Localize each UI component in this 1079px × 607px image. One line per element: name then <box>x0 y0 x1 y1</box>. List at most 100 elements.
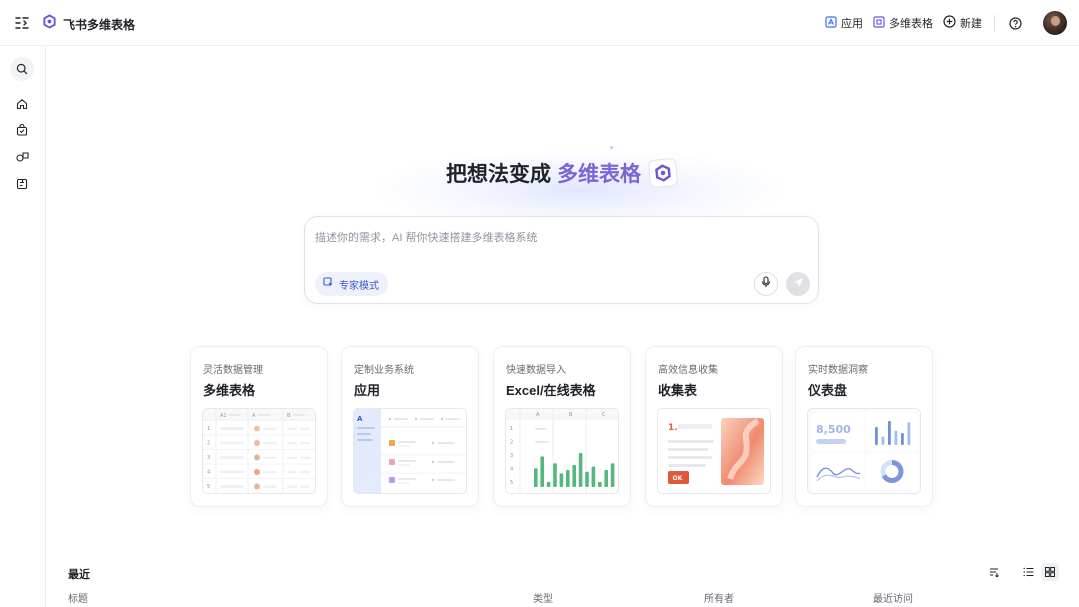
base-preview-cell <box>287 456 297 459</box>
plus-circle-icon <box>943 15 956 31</box>
card-subtitle: 定制业务系统 <box>354 365 414 376</box>
dashboard-preview-bar <box>894 430 898 445</box>
app-preview: A <box>353 408 467 494</box>
top-divider <box>994 15 995 31</box>
sheet-preview-bar <box>610 463 615 487</box>
brand[interactable]: 飞书多维表格 <box>42 14 135 34</box>
sheet-preview-bar <box>598 481 602 487</box>
card-title: 仪表盘 <box>808 383 848 398</box>
app-preview-logo: A <box>357 415 363 423</box>
base-preview-cell <box>287 485 297 488</box>
dashboard-preview-bar <box>881 436 885 445</box>
shapes-icon[interactable] <box>10 145 34 169</box>
base-button-label: 多维表格 <box>889 18 933 30</box>
base-preview-cell <box>300 485 310 488</box>
dashboard-preview: 8,500 <box>807 408 921 494</box>
send-icon <box>793 275 804 293</box>
send-button[interactable] <box>786 272 810 296</box>
sheet-preview-bar <box>540 456 544 487</box>
sheet-preview-bar <box>604 470 608 487</box>
base-preview-avatar <box>254 440 260 446</box>
bag-icon[interactable] <box>10 118 34 142</box>
sort-filter-icon[interactable] <box>985 563 1003 581</box>
base-preview-avatar <box>254 425 260 432</box>
sidebar <box>0 46 46 607</box>
base-preview-cell <box>220 485 244 488</box>
template-icon[interactable] <box>10 172 34 196</box>
base-preview-row-number: 4 <box>207 470 210 476</box>
expert-mode-label: 专家模式 <box>339 280 379 292</box>
home-icon[interactable] <box>10 92 34 116</box>
sheet-preview-row-number: 1 <box>510 426 513 432</box>
card-form[interactable]: 高效信息收集 收集表 1. OK <box>645 346 783 507</box>
expert-mode-button[interactable]: 专家模式 <box>315 272 388 296</box>
card-title: 应用 <box>354 383 381 398</box>
top-actions: 应用 多维表格 新建 <box>815 10 1067 36</box>
dashboard-preview-bar <box>901 433 904 445</box>
column-header-title[interactable]: 标题 <box>68 590 88 605</box>
base-preview-cell <box>220 470 244 474</box>
column-header-type[interactable]: 类型 <box>533 590 553 605</box>
sheet-preview-row-number: 4 <box>510 467 513 473</box>
card-app[interactable]: 定制业务系统 应用 A <box>341 346 479 507</box>
new-button[interactable]: 新建 <box>943 15 982 31</box>
base-preview-cell <box>263 456 277 459</box>
prompt-input[interactable] <box>315 229 795 247</box>
base-icon <box>873 15 885 31</box>
new-button-label: 新建 <box>960 18 982 30</box>
card-base[interactable]: 灵活数据管理 多维表格 A1 A B 1 2 3 4 5 <box>190 346 328 507</box>
card-title: Excel/在线表格 <box>506 383 596 398</box>
dashboard-preview-bar <box>875 427 878 445</box>
base-preview-avatar <box>254 483 260 490</box>
form-preview-ok: OK <box>673 475 683 482</box>
card-dashboard[interactable]: 实时数据洞察 仪表盘 8,500 <box>795 346 933 507</box>
sheet-preview-row-number: 3 <box>510 453 513 459</box>
grid-view-icon[interactable] <box>1041 563 1059 581</box>
base-button[interactable]: 多维表格 <box>873 15 933 31</box>
list-view-icon[interactable] <box>1019 563 1037 581</box>
base-preview-cell <box>263 427 277 430</box>
column-header-owner[interactable]: 所有者 <box>704 590 734 605</box>
sidebar-toggle-icon[interactable] <box>14 15 30 31</box>
help-icon[interactable] <box>1007 15 1023 31</box>
dashboard-preview-bar <box>888 421 891 445</box>
app-icon <box>825 15 837 31</box>
expert-mode-icon <box>323 277 334 291</box>
base-preview-row-number: 1 <box>207 426 210 432</box>
base-preview-cell <box>300 471 310 474</box>
card-excel[interactable]: 快速数据导入 Excel/在线表格 A B C 1 2 3 4 5 <box>493 346 631 507</box>
base-preview-header-3: B <box>287 413 291 419</box>
card-subtitle: 灵活数据管理 <box>203 365 263 376</box>
sheet-preview-bar <box>559 473 564 487</box>
microphone-icon <box>761 275 771 293</box>
sheet-preview-bar <box>578 453 583 487</box>
user-avatar[interactable] <box>1043 11 1067 35</box>
sheet-preview-header-b: B <box>569 412 573 418</box>
base-preview-cell <box>287 427 297 430</box>
card-title: 收集表 <box>658 383 698 398</box>
card-subtitle: 快速数据导入 <box>506 365 566 376</box>
hero-title-prefix: 把想法变成 <box>446 163 551 186</box>
search-icon[interactable] <box>10 57 34 81</box>
sheet-preview-bar <box>572 464 576 487</box>
sheet-preview-row-number: 5 <box>510 480 513 486</box>
base-logo-icon <box>647 157 679 189</box>
base-preview-cell <box>263 442 277 445</box>
hero-title: 把想法变成 多维表格 <box>446 157 679 189</box>
base-preview-cell <box>263 471 277 474</box>
dashboard-preview-metric: 8,500 <box>816 423 851 436</box>
base-preview-cell <box>220 441 244 445</box>
prompt-box: 专家模式 <box>304 216 819 304</box>
base-preview-header-2: A <box>252 413 256 419</box>
microphone-button[interactable] <box>754 272 778 296</box>
base-table-preview: A1 A B 1 2 3 4 5 <box>202 408 316 494</box>
sheet-preview-bar <box>566 470 570 487</box>
form-preview-step: 1. <box>668 423 678 433</box>
column-header-last-visit[interactable]: 最近访问 <box>873 590 913 605</box>
apps-button[interactable]: 应用 <box>825 15 863 31</box>
base-preview-cell <box>287 442 297 445</box>
apps-button-label: 应用 <box>841 18 863 30</box>
sheet-preview-row-number: 2 <box>510 440 513 446</box>
base-preview-cell <box>263 485 277 488</box>
base-preview-row-number: 2 <box>207 441 210 447</box>
